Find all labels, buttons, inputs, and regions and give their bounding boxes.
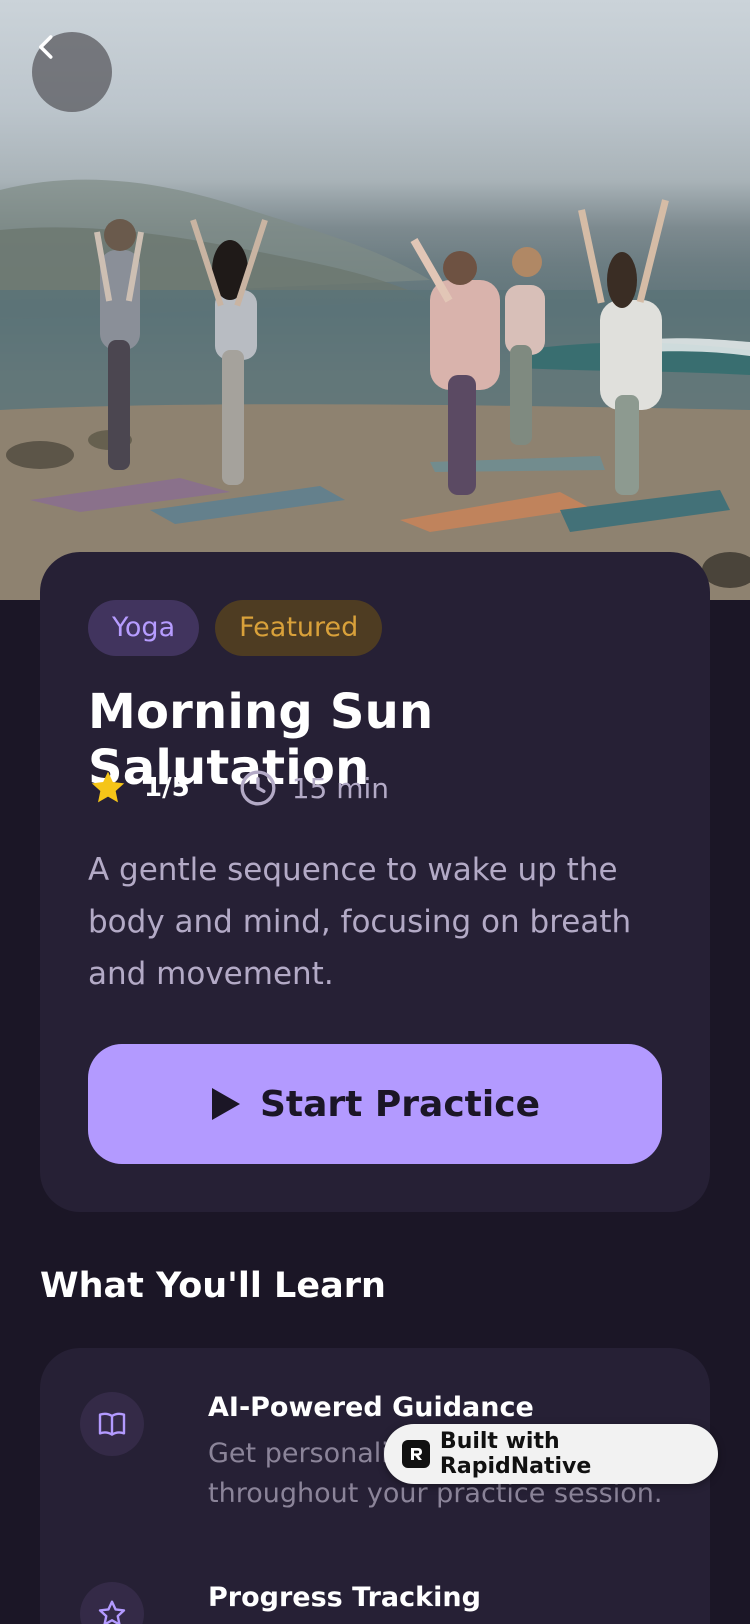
rapidnative-logo-icon: [402, 1440, 430, 1468]
section-title-learn: What You'll Learn: [40, 1266, 386, 1306]
course-description: A gentle sequence to wake up the body an…: [88, 852, 632, 992]
star-outline-icon: [98, 1600, 126, 1624]
play-icon: [211, 1088, 240, 1120]
tag-list: Yoga Featured: [88, 600, 383, 656]
feature-title: AI-Powered Guidance: [208, 1392, 534, 1423]
tag-yoga[interactable]: Yoga: [88, 600, 200, 656]
beach-yoga-illustration: [0, 179, 750, 600]
badge-label: Built with RapidNative: [439, 1429, 592, 1479]
duration-value: 15 min: [291, 771, 390, 805]
chevron-left-icon: [39, 35, 53, 59]
course-card: Yoga Featured Morning Sun Salutation 1/5…: [40, 552, 710, 1212]
back-button[interactable]: [32, 32, 112, 112]
star-icon: [91, 771, 125, 803]
hero-image: [0, 0, 750, 600]
course-meta: 1/5 15 min: [88, 766, 389, 810]
start-practice-button[interactable]: Start Practice: [88, 1044, 662, 1164]
feature-title: Progress Tracking: [208, 1582, 481, 1613]
rating-value: 1/5: [144, 773, 190, 803]
feature-icon-wrap: [80, 1392, 144, 1456]
feature-item: Progress Tracking: [80, 1582, 680, 1624]
feature-icon-wrap: [80, 1582, 144, 1624]
learn-card: AI-Powered Guidance Get personalized sug…: [40, 1348, 710, 1624]
tag-featured[interactable]: Featured: [215, 600, 383, 656]
start-practice-label: Start Practice: [259, 1083, 540, 1125]
book-icon: [98, 1412, 126, 1436]
clock-icon: [240, 770, 276, 806]
built-with-badge[interactable]: Built with RapidNative: [384, 1424, 718, 1484]
